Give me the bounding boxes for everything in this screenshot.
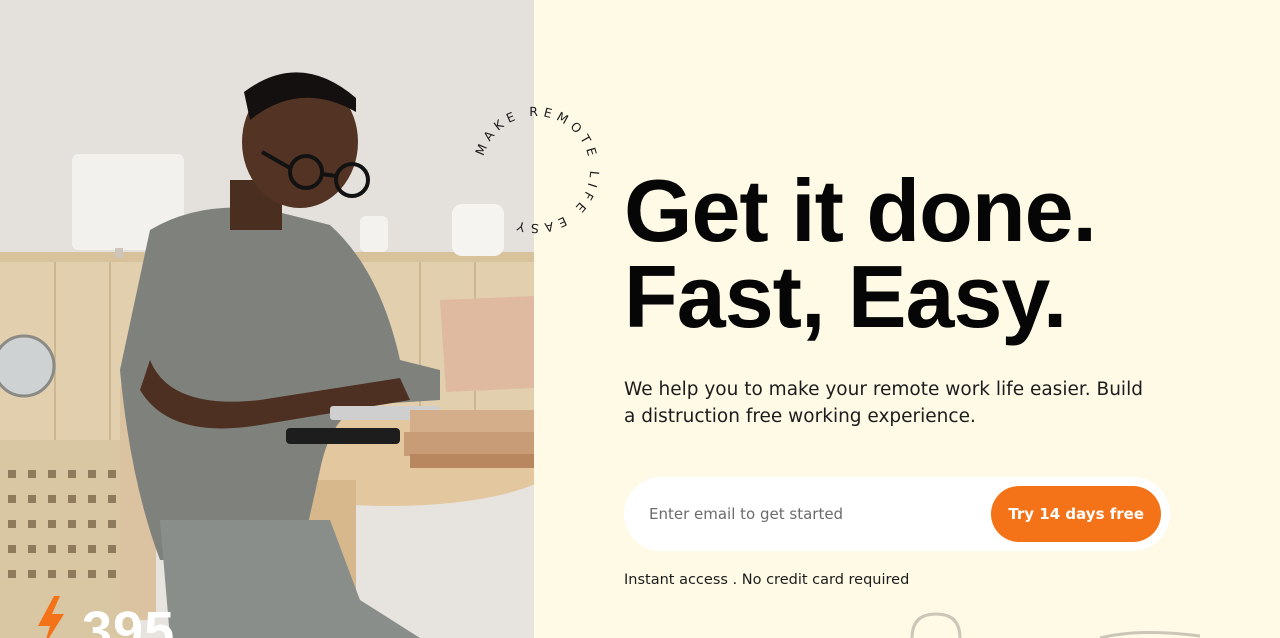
email-input[interactable] [649,505,989,523]
access-note: Instant access . No credit card required [624,572,910,588]
hero-title: Get it done. Fast, Easy. [624,161,1224,346]
lightning-icon [38,596,64,638]
try-free-button[interactable]: Try 14 days free [991,486,1161,542]
badge-text: MAKE REMOTE LIFE EASY [472,104,602,236]
circular-text-badge: MAKE REMOTE LIFE EASY [472,104,602,236]
stat-number: 395 [82,601,176,638]
signup-form: Try 14 days free [624,477,1170,551]
hero-description: We help you to make your remote work lif… [624,379,1143,427]
hero-title-line-1: Get it done. [624,161,1097,260]
stat-overlay: 395 [34,596,175,638]
decorative-shapes [910,612,1201,638]
hero-title-line-2: Fast, Easy. [624,247,1067,346]
hero-photo: 395 [0,0,534,638]
hero-section: Get it done. Fast, Easy. We help you to … [624,161,1224,430]
